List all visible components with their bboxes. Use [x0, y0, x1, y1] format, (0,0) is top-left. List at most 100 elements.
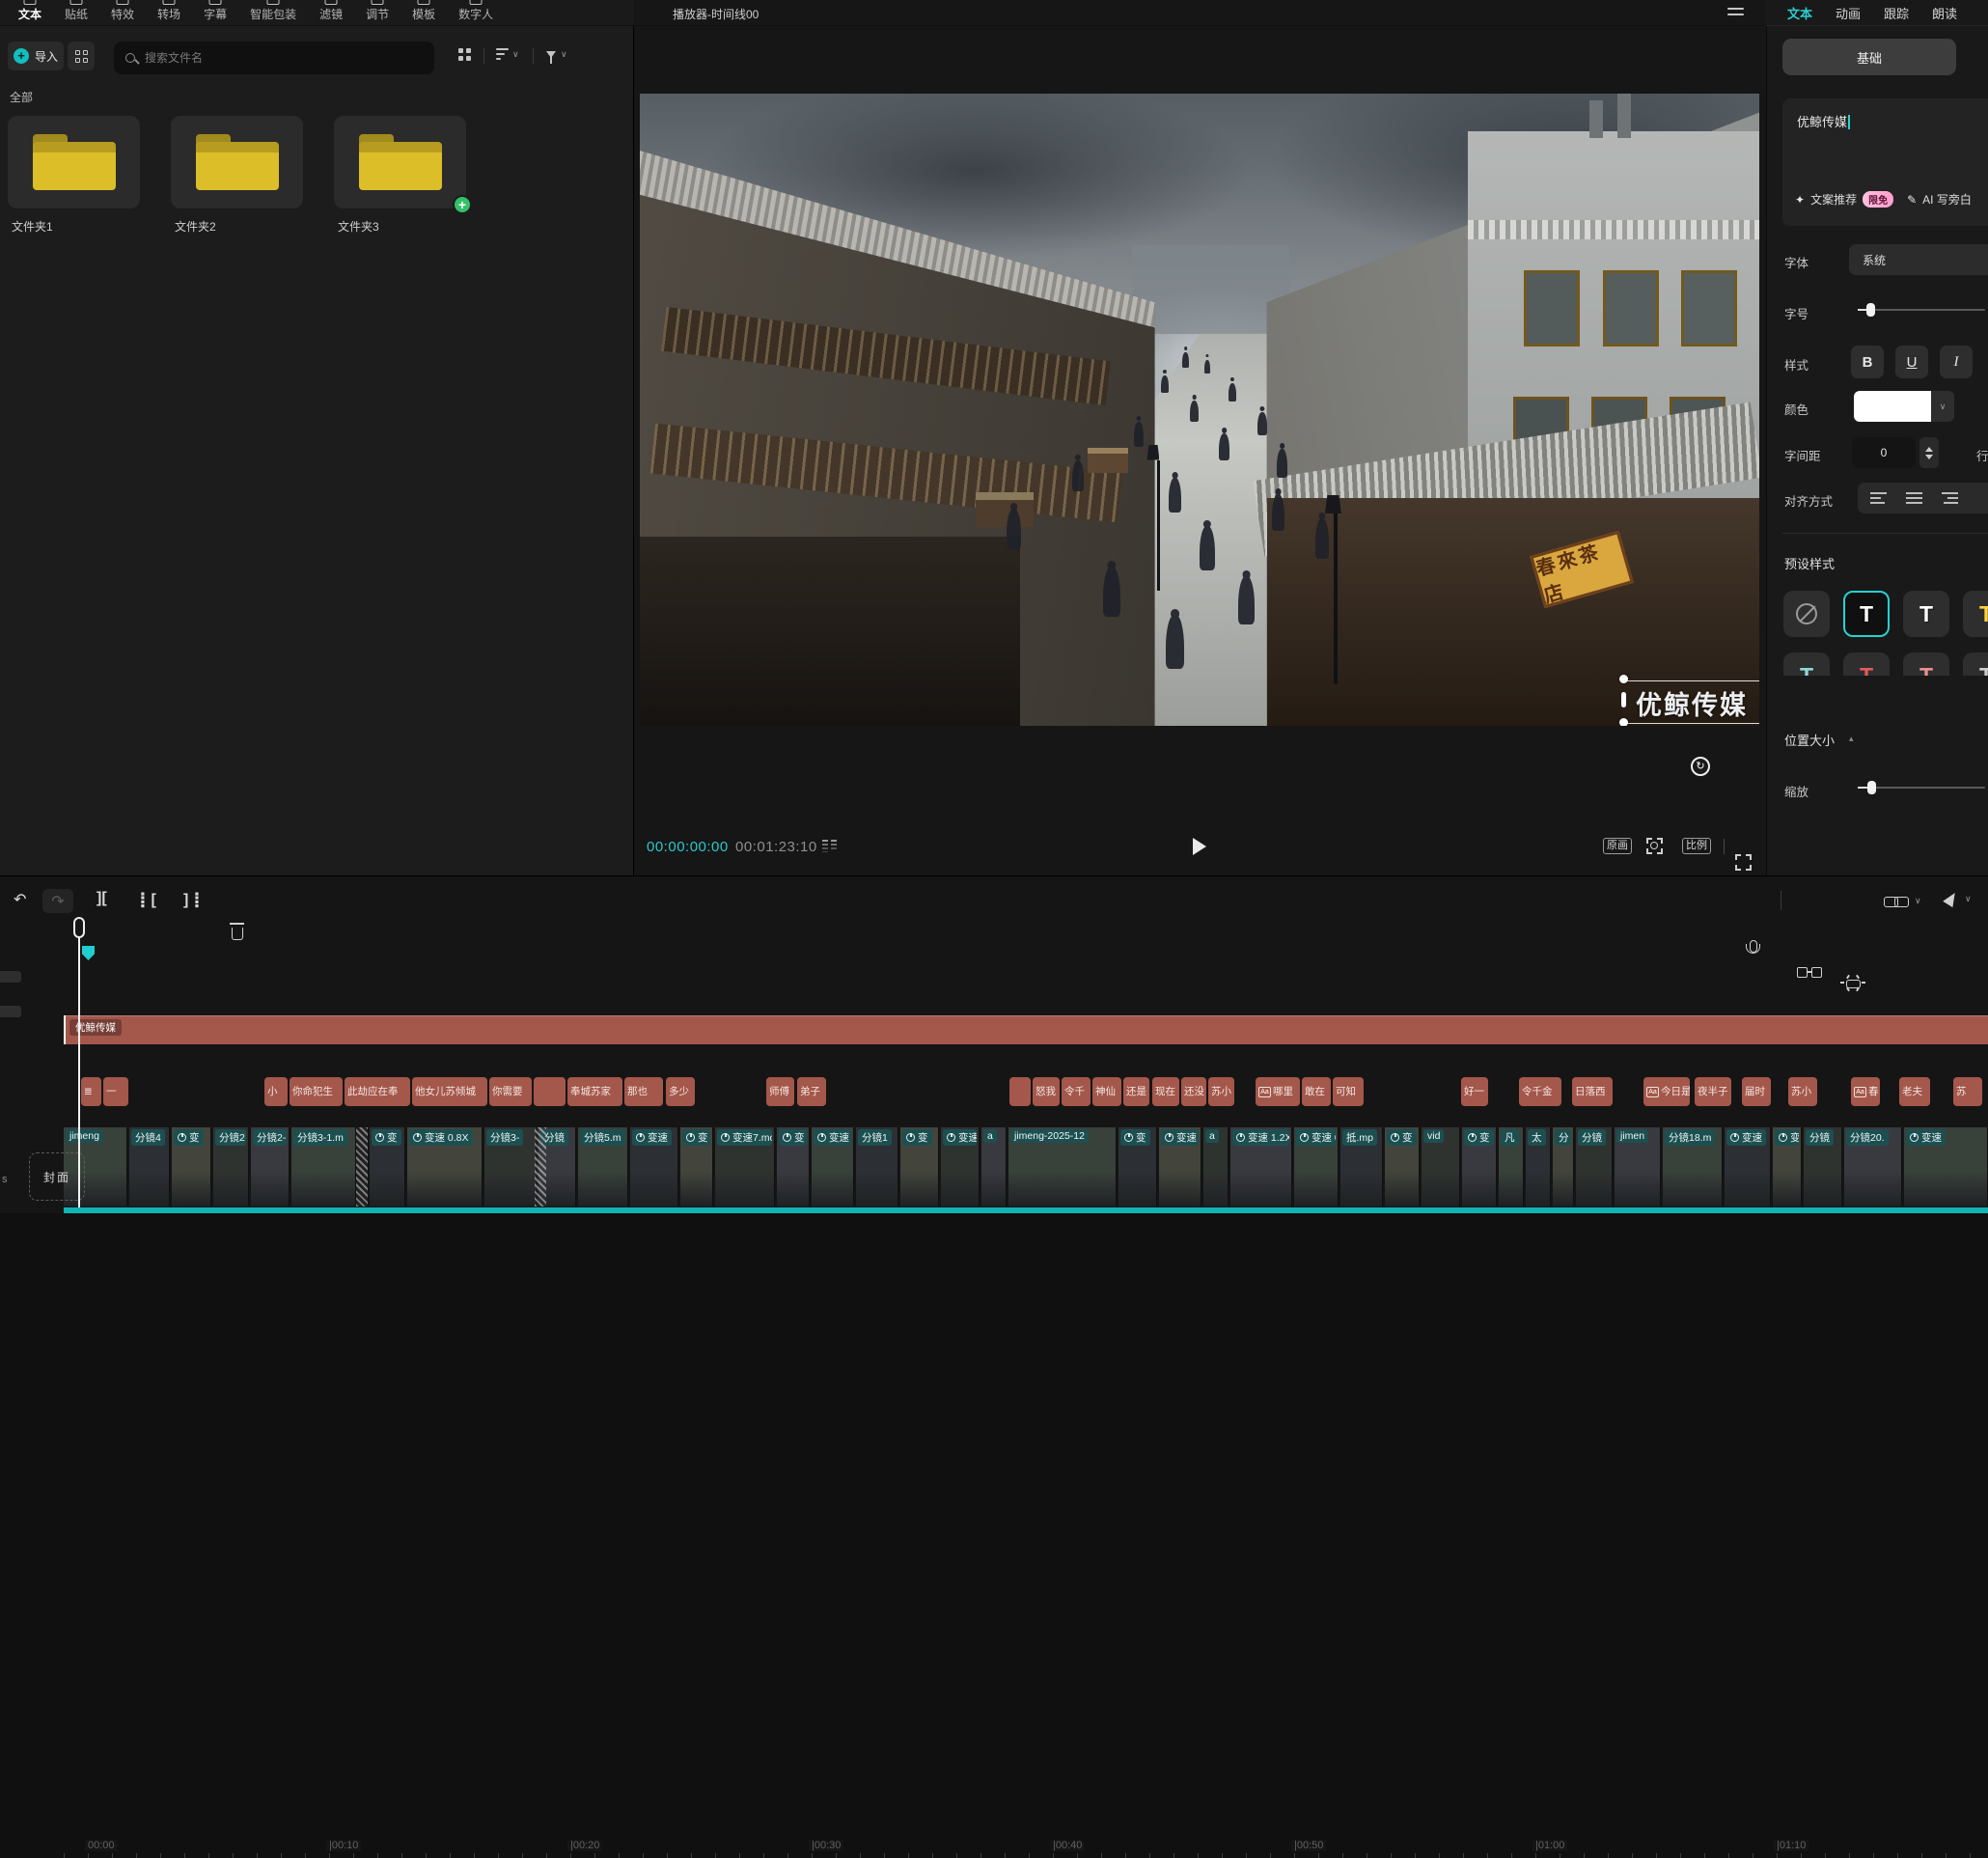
transition-marker[interactable] [356, 1127, 368, 1206]
add-badge-icon[interactable]: + [453, 195, 472, 214]
cover-button[interactable]: 封面 [29, 1152, 85, 1201]
preset-none-button[interactable] [1783, 591, 1830, 637]
subtitle-clip[interactable]: 还没 [1181, 1077, 1206, 1106]
scale-slider[interactable] [1858, 781, 1985, 794]
subtitle-clip[interactable]: 师傅 [766, 1077, 794, 1106]
subtitle-clip[interactable]: 弟子 [797, 1077, 826, 1106]
font-size-slider[interactable] [1858, 303, 1985, 317]
inspector-tab-动画[interactable]: 动画 [1836, 4, 1861, 22]
inspector-tab-跟踪[interactable]: 跟踪 [1884, 4, 1909, 22]
video-clip[interactable]: 变速 [1725, 1127, 1771, 1206]
video-clip[interactable]: jimeng-2025-12 [1008, 1127, 1117, 1206]
snapshot-icon[interactable] [1646, 838, 1663, 854]
copy-suggest-button[interactable]: 文案推荐 [1810, 191, 1857, 208]
menu-tab-模板[interactable]: 模板 [401, 6, 446, 22]
inspector-tab-文本[interactable]: 文本 [1787, 4, 1812, 22]
video-clip[interactable]: 分镜3- [484, 1127, 537, 1206]
menu-tab-文本[interactable]: 文本 [8, 6, 52, 22]
watermark-text[interactable]: 优鲸传媒 [1636, 684, 1748, 722]
subtitle-clip[interactable]: 现在 [1152, 1077, 1179, 1106]
subtitle-clip[interactable]: 一 [103, 1077, 128, 1106]
video-clip[interactable]: 变速7.mo4 [715, 1127, 775, 1206]
letter-spacing-stepper[interactable] [1919, 437, 1939, 468]
text-track[interactable]: 优鲸传媒 [64, 1015, 1988, 1044]
split-right-icon[interactable]: ]⢸ [183, 890, 201, 909]
video-clip[interactable]: 分镜 [1804, 1127, 1842, 1206]
video-clip[interactable]: 变速 0. [1294, 1127, 1339, 1206]
fullscreen-icon[interactable] [1735, 854, 1752, 871]
inspector-tab-朗读[interactable]: 朗读 [1932, 4, 1957, 22]
import-button[interactable]: + 导入 [8, 42, 64, 70]
subtitle-clip[interactable]: 可知 [1333, 1077, 1364, 1106]
menu-tab-数字人[interactable]: 数字人 [448, 6, 504, 22]
folder-item[interactable] [171, 116, 303, 208]
font-select[interactable]: 系统 [1849, 244, 1988, 275]
video-clip[interactable]: 变 [370, 1127, 405, 1206]
preview-axis-icon[interactable] [1839, 976, 1866, 991]
subtitle-clip[interactable]: 奉城苏家 [567, 1077, 622, 1106]
video-clip[interactable]: 变 [1773, 1127, 1802, 1206]
video-clip[interactable]: 凡 [1499, 1127, 1524, 1206]
filter-button[interactable]: ∨ [546, 49, 567, 60]
video-clip[interactable]: 分镜18.m [1663, 1127, 1723, 1206]
subtitle-clip[interactable]: 你需要 [489, 1077, 532, 1106]
subtitle-clip[interactable]: Aa今日是 [1643, 1077, 1690, 1106]
menu-tab-特效[interactable]: 特效 [100, 6, 145, 22]
subtitle-clip[interactable]: 老夫 [1899, 1077, 1930, 1106]
link-mode-button[interactable]: ∨ [1884, 895, 1921, 907]
video-clip[interactable]: 变 [777, 1127, 810, 1206]
video-clip[interactable]: 分镜1 [856, 1127, 898, 1206]
tab-basic[interactable]: 基础 [1782, 39, 1956, 75]
color-swatch[interactable] [1854, 391, 1931, 422]
video-clip[interactable]: 分镜3-1.m [291, 1127, 356, 1206]
original-quality-button[interactable]: 原画 [1603, 838, 1632, 854]
video-clip[interactable]: a [981, 1127, 1007, 1206]
transition-marker[interactable] [535, 1127, 546, 1206]
video-clip[interactable]: 变速 [812, 1127, 854, 1206]
audio-track[interactable] [64, 1207, 1988, 1213]
video-clip[interactable]: 变速 1.2X [1230, 1127, 1292, 1206]
menu-tab-转场[interactable]: 转场 [147, 6, 191, 22]
menu-tab-贴纸[interactable]: 贴纸 [54, 6, 98, 22]
video-clip[interactable]: 太 [1526, 1127, 1551, 1206]
subtitle-clip[interactable] [534, 1077, 566, 1106]
letter-spacing-value[interactable]: 0 [1852, 437, 1916, 468]
subtitle-clip[interactable]: 此劫应在奉 [345, 1077, 410, 1106]
select-mode-button[interactable]: ∨ [1946, 892, 1972, 905]
subtitle-clip[interactable]: 日落西 [1572, 1077, 1613, 1106]
video-clip[interactable]: 变 [172, 1127, 211, 1206]
search-input[interactable] [143, 50, 423, 66]
video-clip[interactable]: vid [1422, 1127, 1460, 1206]
video-clip[interactable]: 变 [900, 1127, 939, 1206]
bold-button[interactable]: B [1851, 346, 1884, 378]
video-clip[interactable]: 抵.mp [1340, 1127, 1383, 1206]
subtitle-clip[interactable]: 怒我 [1033, 1077, 1060, 1106]
play-button[interactable] [1193, 838, 1206, 855]
preset-selected-button[interactable]: T [1843, 591, 1890, 637]
preset-gray-button[interactable]: T [1963, 652, 1988, 676]
video-clip[interactable]: 分镜20. [1844, 1127, 1902, 1206]
undo-icon[interactable]: ↶ [14, 890, 26, 909]
redo-icon[interactable]: ↷ [42, 889, 73, 913]
resize-handle[interactable] [1619, 718, 1628, 726]
subtitle-clip[interactable]: Aa春 [1851, 1077, 1880, 1106]
subtitle-clip[interactable]: ≣ [81, 1077, 101, 1106]
subtitle-clip[interactable]: 苏小 [1208, 1077, 1234, 1106]
preset-white-button[interactable]: T [1903, 591, 1949, 637]
ratio-button[interactable]: 比例 [1682, 838, 1711, 854]
playhead[interactable] [73, 917, 85, 938]
video-clip[interactable]: 分镜5.m [578, 1127, 628, 1206]
snap-icon[interactable] [1797, 966, 1822, 978]
subtitle-clip[interactable] [1009, 1077, 1031, 1106]
resize-handle-side[interactable] [1621, 692, 1626, 707]
collapse-icon[interactable]: ▴ [1849, 734, 1854, 744]
folder-item[interactable]: + [334, 116, 466, 208]
underline-button[interactable]: U [1895, 346, 1928, 378]
subtitle-clip[interactable]: 那也 [624, 1077, 663, 1106]
video-clip[interactable]: 变 [680, 1127, 713, 1206]
preset-yellow-button[interactable]: T [1963, 591, 1988, 637]
video-clip[interactable]: 变速 [1904, 1127, 1988, 1206]
menu-tab-调节[interactable]: 调节 [355, 6, 400, 22]
menu-icon[interactable] [1727, 8, 1744, 19]
subtitle-clip[interactable]: 令千 [1062, 1077, 1091, 1106]
